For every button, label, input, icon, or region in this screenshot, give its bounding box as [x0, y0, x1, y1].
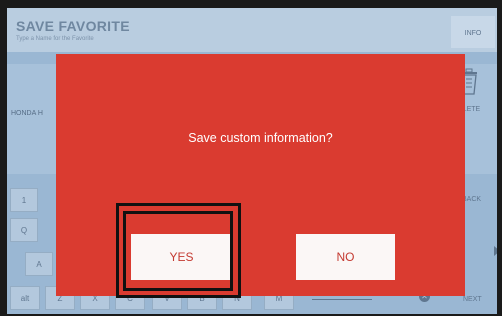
key-q[interactable]: Q: [10, 218, 38, 242]
page-subtitle: Type a Name for the Favorite: [16, 36, 94, 42]
dialog-message: Save custom information?: [188, 131, 333, 145]
key-1[interactable]: 1: [10, 188, 38, 212]
key-a[interactable]: A: [25, 252, 53, 276]
page-title: SAVE FAVORITE: [16, 18, 130, 34]
next-button[interactable]: NEXT: [463, 296, 482, 303]
key-alt[interactable]: alt: [10, 286, 40, 310]
name-field-value: HONDA H: [11, 110, 43, 117]
info-button-label: INFO: [464, 30, 482, 37]
no-button[interactable]: NO: [296, 234, 395, 280]
touchscreen: SAVE FAVORITE Type a Name for the Favori…: [7, 8, 497, 314]
arrow-right-icon[interactable]: [494, 246, 497, 256]
info-button[interactable]: INFO: [451, 16, 495, 48]
header-bar: SAVE FAVORITE Type a Name for the Favori…: [7, 8, 497, 52]
space-bar[interactable]: [312, 299, 372, 300]
highlight-frame-inner: [123, 211, 233, 291]
